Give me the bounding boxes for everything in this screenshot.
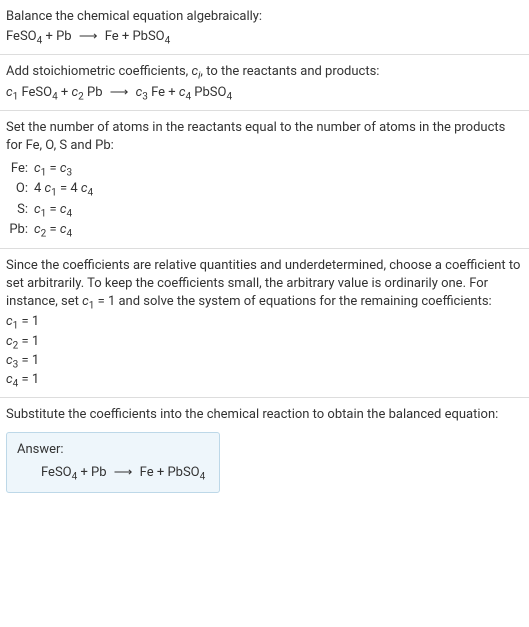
c: c xyxy=(81,181,88,196)
reactant-pb: Pb xyxy=(56,29,72,44)
c: c xyxy=(6,334,13,349)
pb: Pb xyxy=(84,85,103,100)
eq: = xyxy=(46,161,60,176)
sub4: 4 xyxy=(226,91,232,102)
eq: = 4 xyxy=(57,181,81,196)
table-row: O: 4 c1 = 4 c4 xyxy=(6,179,99,199)
products: Fe + PbSO xyxy=(105,29,165,44)
problem-text: Balance the chemical equation algebraica… xyxy=(6,8,523,26)
c1: c xyxy=(6,85,13,100)
val: = 1 xyxy=(18,334,39,349)
c: c xyxy=(6,353,13,368)
equation-cell: 4 c1 = 4 c4 xyxy=(34,179,99,199)
plus-sign: + xyxy=(42,29,56,44)
text-b: = 1 and solve the system of equations fo… xyxy=(94,294,491,309)
pbso4: PbSO xyxy=(191,85,226,100)
c: c xyxy=(34,161,41,176)
sub: 4 xyxy=(66,228,72,239)
c: c xyxy=(34,222,41,237)
solution-line: c2 = 1 xyxy=(6,333,523,351)
text-b: , to the reactants and products: xyxy=(200,64,379,79)
atom-equations-table: Fe: c1 = c3 O: 4 c1 = 4 c4 S: c1 = c4 Pb… xyxy=(6,159,99,240)
atom-balance: Set the number of atoms in the reactants… xyxy=(0,111,529,249)
fe: Fe + xyxy=(148,85,179,100)
sub: 4 xyxy=(66,208,72,219)
eq: = xyxy=(46,202,60,217)
coeff-intro: Add stoichiometric coefficients, ci, to … xyxy=(6,63,523,81)
reactant-feso4: FeSO xyxy=(6,29,37,44)
sub4: 4 xyxy=(200,471,206,482)
feso4: FeSO xyxy=(41,465,72,480)
val: = 1 xyxy=(18,372,39,387)
solution-line: c3 = 1 xyxy=(6,352,523,370)
feso4: FeSO xyxy=(18,85,52,100)
text-a: Add stoichiometric coefficients, xyxy=(6,64,191,79)
balance-intro: Set the number of atoms in the reactants… xyxy=(6,119,523,155)
solve-coefficients: Since the coefficients are relative quan… xyxy=(0,249,529,398)
arrow-icon: ⟶ xyxy=(114,464,133,482)
solution-line: c4 = 1 xyxy=(6,371,523,389)
plus-pb: + Pb xyxy=(77,465,106,480)
final-answer-section: Substitute the coefficients into the che… xyxy=(0,398,529,501)
sub-4: 4 xyxy=(165,36,171,47)
answer-label: Answer: xyxy=(17,441,205,459)
solve-intro: Since the coefficients are relative quan… xyxy=(6,257,523,312)
eq: = xyxy=(46,222,60,237)
substitute-intro: Substitute the coefficients into the che… xyxy=(6,406,523,424)
c1: c xyxy=(82,294,89,309)
unbalanced-equation: FeSO4 + Pb ⟶ Fe + PbSO4 xyxy=(6,28,523,46)
plus: + xyxy=(58,85,72,100)
equation-cell: c2 = c4 xyxy=(34,220,99,240)
arrow-icon: ⟶ xyxy=(79,28,98,46)
table-row: Fe: c1 = c3 xyxy=(6,159,99,179)
answer-box: Answer: FeSO4 + Pb ⟶ Fe + PbSO4 xyxy=(6,432,220,492)
sub: 4 xyxy=(88,188,94,199)
table-row: Pb: c2 = c4 xyxy=(6,220,99,240)
val: = 1 xyxy=(18,353,39,368)
problem-statement: Balance the chemical equation algebraica… xyxy=(0,0,529,55)
equation-cell: c1 = c4 xyxy=(34,200,99,220)
c: c xyxy=(6,314,13,329)
arrow-icon: ⟶ xyxy=(110,84,129,102)
element-label: Fe: xyxy=(6,159,34,179)
lhs-mult: 4 xyxy=(34,181,45,196)
products: Fe + PbSO xyxy=(140,465,200,480)
balanced-equation: FeSO4 + Pb ⟶ Fe + PbSO4 xyxy=(41,464,205,482)
c: c xyxy=(34,202,41,217)
coeff-equation: c1 FeSO4 + c2 Pb ⟶ c3 Fe + c4 PbSO4 xyxy=(6,84,523,102)
sub: 3 xyxy=(66,168,72,179)
element-label: Pb: xyxy=(6,220,34,240)
solution-line: c1 = 1 xyxy=(6,313,523,331)
val: = 1 xyxy=(18,314,39,329)
element-label: S: xyxy=(6,200,34,220)
table-row: S: c1 = c4 xyxy=(6,200,99,220)
equation-cell: c1 = c3 xyxy=(34,159,99,179)
add-coefficients: Add stoichiometric coefficients, ci, to … xyxy=(0,55,529,110)
c: c xyxy=(6,372,13,387)
element-label: O: xyxy=(6,179,34,199)
